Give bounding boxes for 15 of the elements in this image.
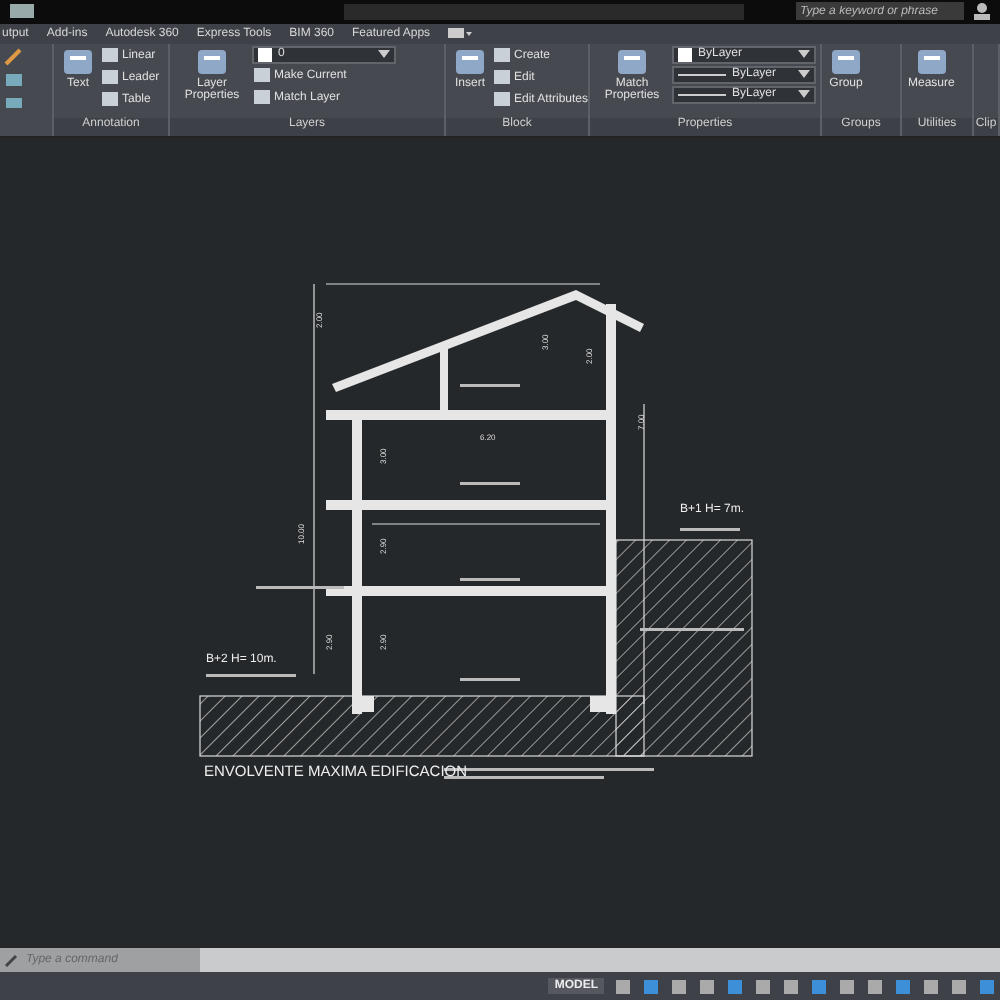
- swatch-icon: [258, 47, 272, 62]
- line-sample-icon: [678, 91, 726, 98]
- tool-icon: [614, 45, 650, 78]
- tool-icon: [828, 45, 864, 78]
- tool-icon: [194, 45, 230, 78]
- tool-icon: [60, 45, 96, 78]
- caret-icon: [378, 50, 390, 59]
- tool-icon: [452, 45, 488, 78]
- pen-icon[interactable]: [4, 45, 24, 66]
- user-icon[interactable]: [972, 2, 992, 21]
- line-sample-icon: [678, 71, 726, 78]
- tool-icon: [913, 45, 950, 78]
- ribbon-toggle-icon[interactable]: [448, 26, 473, 41]
- wrench-icon[interactable]: [4, 951, 20, 968]
- swatch-icon: [678, 47, 692, 62]
